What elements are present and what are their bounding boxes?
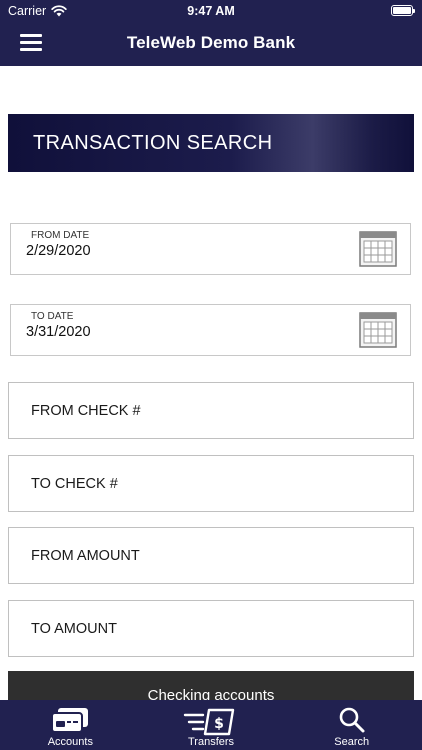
from-check-input[interactable]: FROM CHECK # (8, 382, 414, 439)
to-date-value: 3/31/2020 (26, 324, 91, 340)
status-bar: Carrier 9:47 AM (0, 0, 422, 22)
to-check-input[interactable]: TO CHECK # (8, 455, 414, 512)
tab-search[interactable]: Search (281, 700, 422, 750)
app-header: Carrier 9:47 AM TeleWeb Demo Bank (0, 0, 422, 66)
svg-text:$: $ (214, 716, 224, 732)
to-amount-input[interactable]: TO AMOUNT (8, 600, 414, 657)
to-date-label: TO DATE (31, 311, 74, 322)
money-transfer-icon: $ (183, 708, 235, 736)
from-date-value: 2/29/2020 (26, 243, 91, 259)
tab-transfers-label: Transfers (187, 736, 235, 748)
status-time: 9:47 AM (187, 4, 235, 18)
from-check-placeholder: FROM CHECK # (31, 402, 141, 419)
section-title: TRANSACTION SEARCH (33, 131, 273, 154)
battery-icon (391, 5, 415, 16)
calendar-icon[interactable] (359, 231, 397, 267)
from-date-label: FROM DATE (31, 230, 90, 241)
section-title-banner: TRANSACTION SEARCH (8, 114, 414, 172)
header-title: TeleWeb Demo Bank (126, 33, 296, 52)
from-amount-placeholder: FROM AMOUNT (31, 547, 140, 564)
to-check-placeholder: TO CHECK # (31, 475, 118, 492)
tab-search-label: Search (334, 736, 370, 748)
search-icon (339, 707, 365, 733)
from-amount-input[interactable]: FROM AMOUNT (8, 527, 414, 584)
from-date-field[interactable]: FROM DATE 2/29/2020 (10, 223, 411, 275)
to-amount-placeholder: TO AMOUNT (31, 620, 117, 637)
credit-card-icon (51, 708, 89, 733)
calendar-icon[interactable] (359, 312, 397, 348)
tab-bar: Accounts $ Transfers Search (0, 700, 422, 750)
tab-transfers[interactable]: $ Transfers (141, 700, 282, 750)
tab-accounts[interactable]: Accounts (0, 700, 141, 750)
tab-accounts-label: Accounts (47, 736, 93, 748)
to-date-field[interactable]: TO DATE 3/31/2020 (10, 304, 411, 356)
